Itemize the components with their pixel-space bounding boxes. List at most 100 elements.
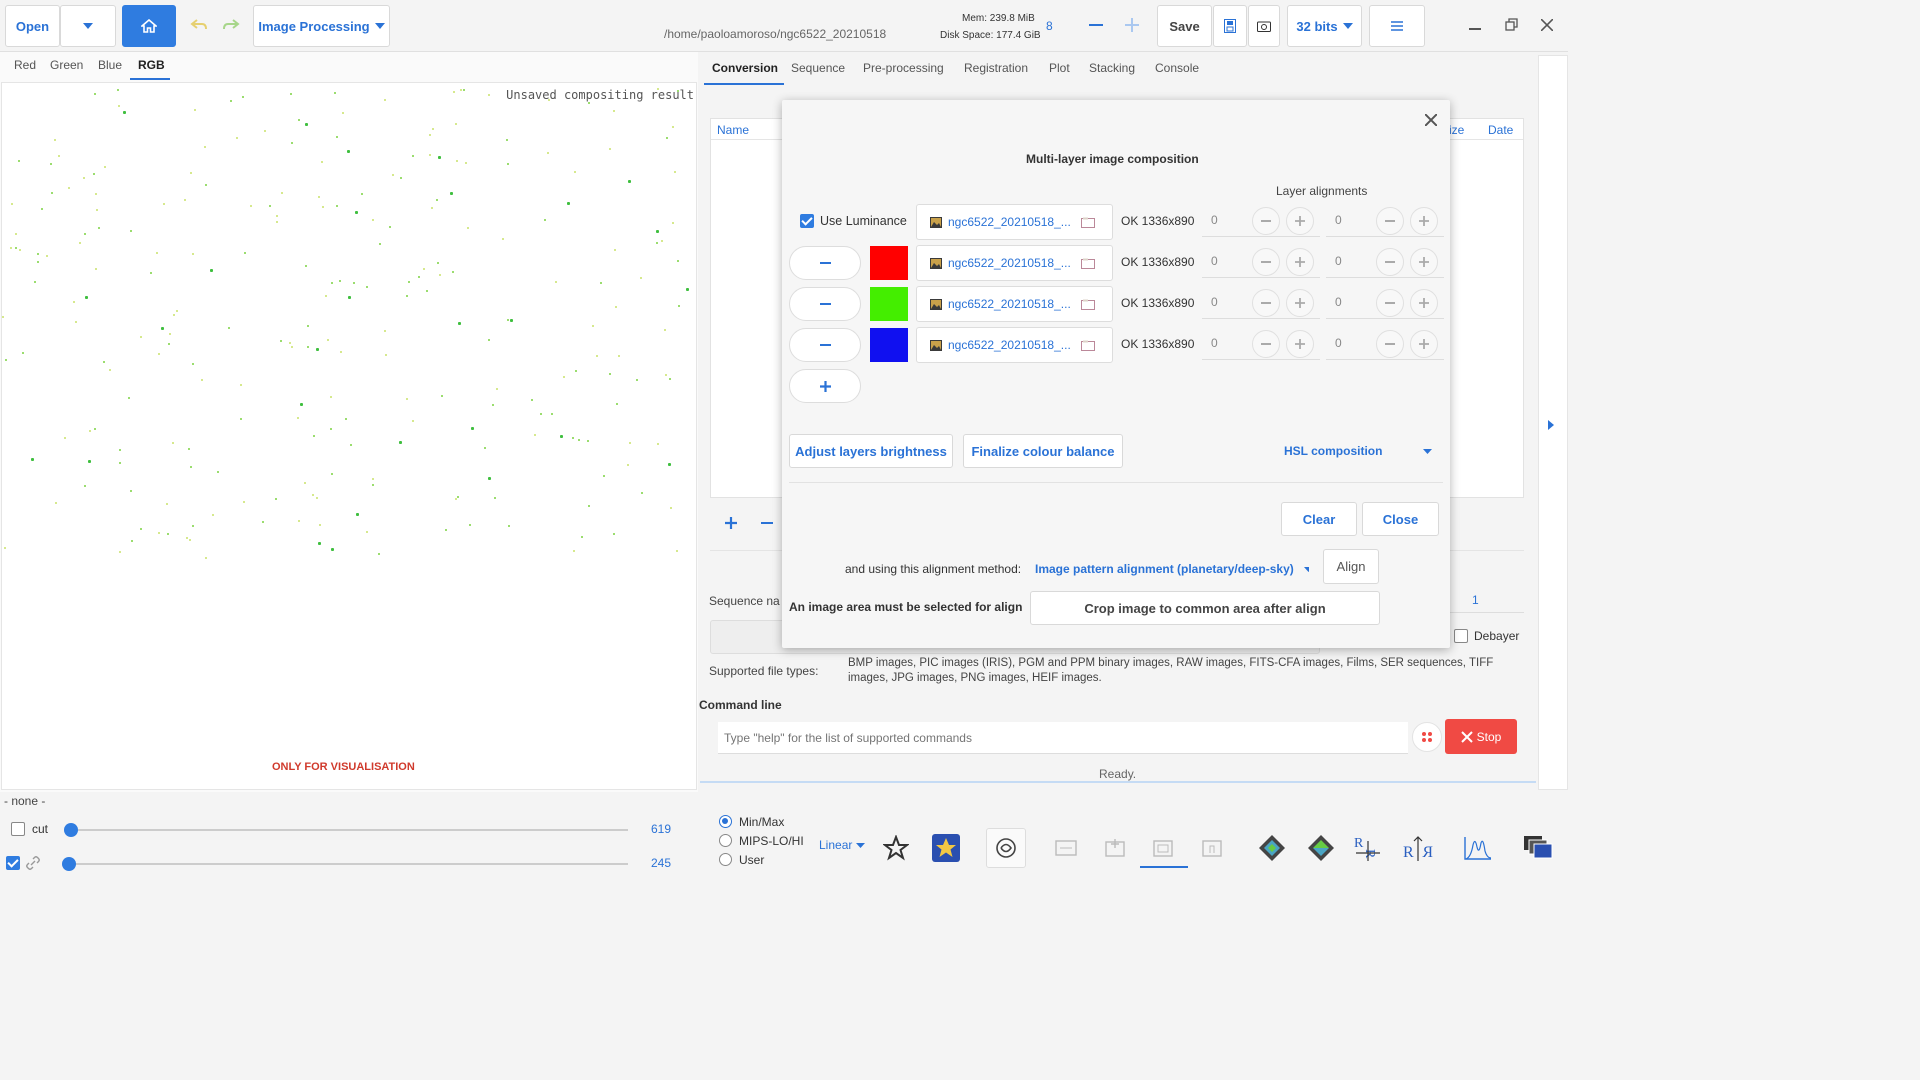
undo-icon[interactable]: [190, 17, 208, 36]
channel-tab-blue[interactable]: Blue: [98, 58, 122, 72]
x-plus-button[interactable]: [1286, 207, 1314, 235]
threads-minus-icon[interactable]: [1089, 24, 1103, 26]
y-minus-button[interactable]: [1376, 248, 1404, 276]
x-minus-button[interactable]: [1252, 330, 1280, 358]
x-minus-button[interactable]: [1252, 289, 1280, 317]
layer-x-offset[interactable]: 0: [1211, 295, 1218, 309]
rotate-r-icon[interactable]: RR: [1352, 832, 1384, 864]
sequence-start-value[interactable]: 1: [1472, 593, 1479, 607]
adjust-brightness-button[interactable]: Adjust layers brightness: [789, 434, 953, 468]
minimize-window-icon[interactable]: [1469, 28, 1481, 30]
cut-checkbox[interactable]: [11, 822, 25, 836]
tab-conversion[interactable]: Conversion: [712, 61, 778, 75]
y-plus-button[interactable]: [1410, 248, 1438, 276]
threads-value[interactable]: 8: [1046, 19, 1053, 33]
x-minus-button[interactable]: [1252, 248, 1280, 276]
tab-console[interactable]: Console: [1155, 61, 1199, 75]
script-menu-button[interactable]: [1412, 722, 1442, 752]
tab-registration[interactable]: Registration: [964, 61, 1028, 75]
crop-after-align-toggle[interactable]: Crop image to common area after align: [1030, 591, 1380, 625]
close-button[interactable]: Close: [1362, 502, 1439, 536]
use-luminance-checkbox[interactable]: [800, 214, 814, 228]
layer-y-offset[interactable]: 0: [1335, 213, 1342, 227]
diamond-icon[interactable]: [1256, 832, 1288, 864]
maximize-window-icon[interactable]: [1505, 18, 1519, 35]
link-checkbox[interactable]: [6, 856, 20, 870]
home-button[interactable]: [122, 5, 176, 47]
histogram-frame-icon[interactable]: [1196, 832, 1228, 864]
frame-icon[interactable]: [1147, 832, 1179, 864]
add-files-icon[interactable]: [725, 517, 737, 532]
high-slider-track[interactable]: [68, 829, 628, 831]
diamond-flip-icon[interactable]: [1305, 832, 1337, 864]
y-plus-button[interactable]: [1410, 207, 1438, 235]
clear-button[interactable]: Clear: [1281, 502, 1357, 536]
dialog-close-icon[interactable]: [1424, 113, 1438, 129]
layers-icon[interactable]: [1522, 832, 1554, 864]
y-minus-button[interactable]: [1376, 330, 1404, 358]
remove-layer-button[interactable]: [789, 287, 861, 321]
layer-y-offset[interactable]: 0: [1335, 295, 1342, 309]
main-menu-button[interactable]: [1369, 5, 1425, 47]
expand-arrow-icon[interactable]: [1548, 418, 1554, 433]
radio-mips[interactable]: [719, 834, 732, 847]
column-header-size[interactable]: ize: [1449, 123, 1464, 137]
open-button[interactable]: Open: [5, 5, 60, 47]
layer-file-chooser[interactable]: ngc6522_20210518_...: [916, 245, 1113, 281]
layer-color-blue[interactable]: [870, 328, 908, 362]
histogram-icon[interactable]: [1462, 832, 1494, 864]
radio-user[interactable]: [719, 853, 732, 866]
x-minus-button[interactable]: [1252, 207, 1280, 235]
layer-file-chooser[interactable]: ngc6522_20210518_...: [916, 327, 1113, 363]
tab-plot[interactable]: Plot: [1049, 61, 1070, 75]
y-plus-button[interactable]: [1410, 330, 1438, 358]
channel-tab-red[interactable]: Red: [14, 58, 36, 72]
low-value[interactable]: 245: [651, 856, 671, 870]
x-plus-button[interactable]: [1286, 289, 1314, 317]
layer-y-offset[interactable]: 0: [1335, 254, 1342, 268]
layer-color-green[interactable]: [870, 287, 908, 321]
redo-icon[interactable]: [222, 17, 240, 36]
open-dropdown-button[interactable]: [60, 5, 116, 47]
y-plus-button[interactable]: [1410, 289, 1438, 317]
image-canvas[interactable]: Unsaved compositing result ONLY FOR VISU…: [1, 82, 697, 790]
tab-preprocessing[interactable]: Pre-processing: [863, 61, 944, 75]
bit-depth-menu[interactable]: 32 bits: [1287, 5, 1362, 47]
stop-button[interactable]: Stop: [1445, 719, 1517, 754]
y-minus-button[interactable]: [1376, 289, 1404, 317]
colored-star-icon[interactable]: [930, 832, 962, 864]
composition-mode-select[interactable]: HSL composition: [1284, 435, 1440, 467]
channel-tab-green[interactable]: Green: [50, 58, 83, 72]
high-value[interactable]: 619: [651, 822, 671, 836]
remove-layer-button[interactable]: [789, 328, 861, 362]
layer-x-offset[interactable]: 0: [1211, 213, 1218, 227]
star-outline-icon[interactable]: [880, 832, 912, 864]
layer-x-offset[interactable]: 0: [1211, 336, 1218, 350]
galaxy-icon[interactable]: [986, 828, 1026, 868]
scale-mode-select[interactable]: Linear: [819, 838, 866, 852]
layer-x-offset[interactable]: 0: [1211, 254, 1218, 268]
layer-file-chooser[interactable]: ngc6522_20210518_...: [916, 204, 1113, 240]
tab-sequence[interactable]: Sequence: [791, 61, 845, 75]
y-minus-button[interactable]: [1376, 207, 1404, 235]
sample-area-icon[interactable]: [1050, 832, 1082, 864]
snapshot-button[interactable]: [1248, 5, 1280, 47]
close-window-icon[interactable]: [1540, 18, 1554, 34]
layer-color-red[interactable]: [870, 246, 908, 280]
add-layer-button[interactable]: [789, 369, 861, 403]
channel-tab-rgb[interactable]: RGB: [138, 58, 165, 72]
save-as-button[interactable]: [1213, 5, 1247, 47]
grid-plus-icon[interactable]: [1099, 832, 1131, 864]
debayer-checkbox[interactable]: [1454, 629, 1468, 643]
high-slider-knob[interactable]: [64, 823, 78, 837]
threads-plus-icon[interactable]: [1125, 18, 1139, 35]
low-slider-knob[interactable]: [62, 857, 76, 871]
column-header-date[interactable]: Date: [1488, 123, 1513, 137]
image-processing-menu[interactable]: Image Processing: [253, 5, 390, 47]
layer-y-offset[interactable]: 0: [1335, 336, 1342, 350]
alignment-method-select[interactable]: Image pattern alignment (planetary/deep-…: [1035, 556, 1309, 582]
x-plus-button[interactable]: [1286, 248, 1314, 276]
remove-files-icon[interactable]: [761, 522, 773, 525]
radio-minmax[interactable]: [719, 815, 732, 828]
mirror-r-icon[interactable]: RR: [1402, 832, 1434, 864]
